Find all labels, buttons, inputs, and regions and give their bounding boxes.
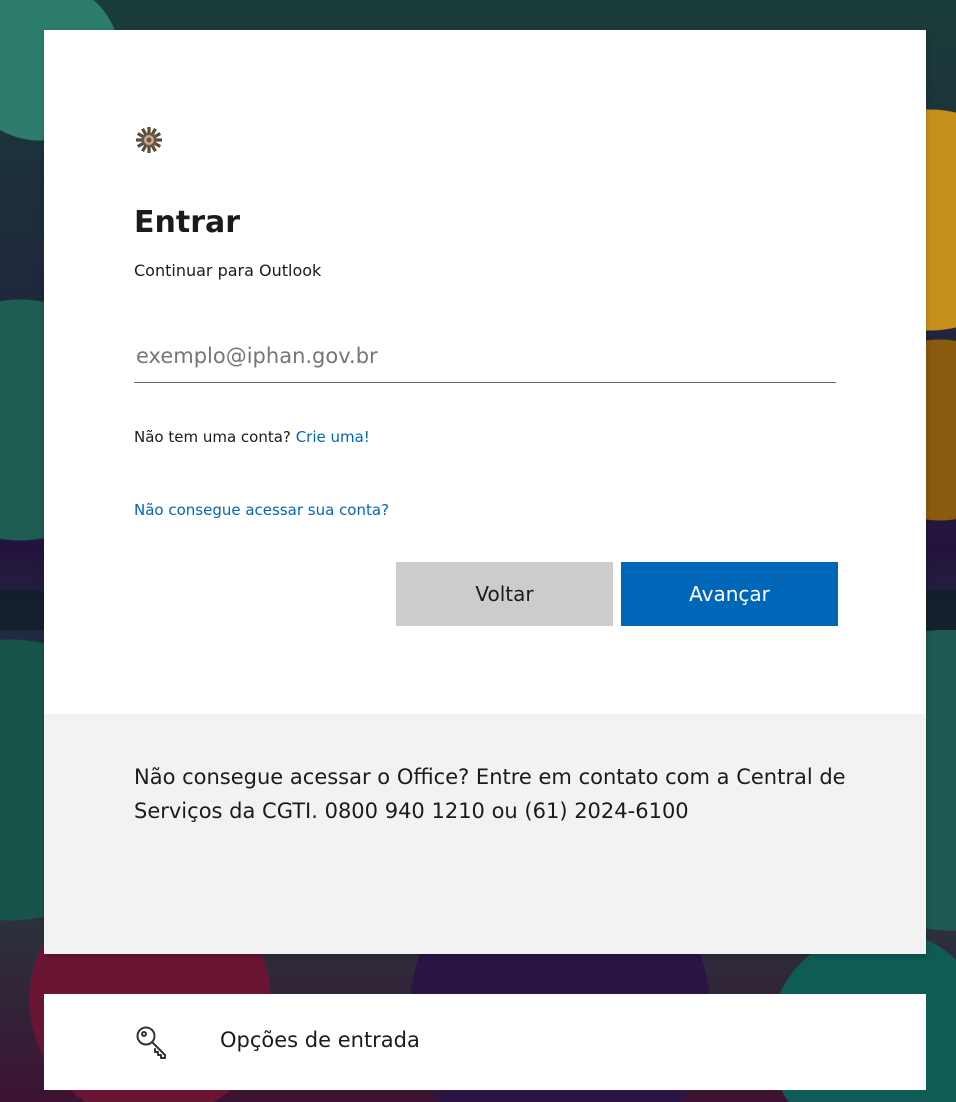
signin-card: Entrar Continuar para Outlook Não tem um… xyxy=(44,30,926,954)
no-account-prompt: Não tem uma conta? Crie uma! xyxy=(134,428,370,446)
no-account-text: Não tem uma conta? xyxy=(134,428,291,446)
back-button[interactable]: Voltar xyxy=(396,562,613,626)
create-account-link[interactable]: Crie uma! xyxy=(296,428,370,446)
page-title: Entrar xyxy=(134,205,241,240)
key-icon xyxy=(136,1026,166,1059)
signin-options-button[interactable]: Opções de entrada xyxy=(44,994,926,1090)
signin-options-label: Opções de entrada xyxy=(220,1028,420,1052)
page-subtitle: Continuar para Outlook xyxy=(134,261,322,280)
next-button[interactable]: Avançar xyxy=(621,562,838,626)
email-field[interactable] xyxy=(134,330,836,383)
help-text: Não consegue acessar o Office? Entre em … xyxy=(134,765,846,823)
org-emblem-icon xyxy=(136,127,162,153)
help-footer: Não consegue acessar o Office? Entre em … xyxy=(44,714,926,954)
cant-access-account-link[interactable]: Não consegue acessar sua conta? xyxy=(134,501,389,519)
